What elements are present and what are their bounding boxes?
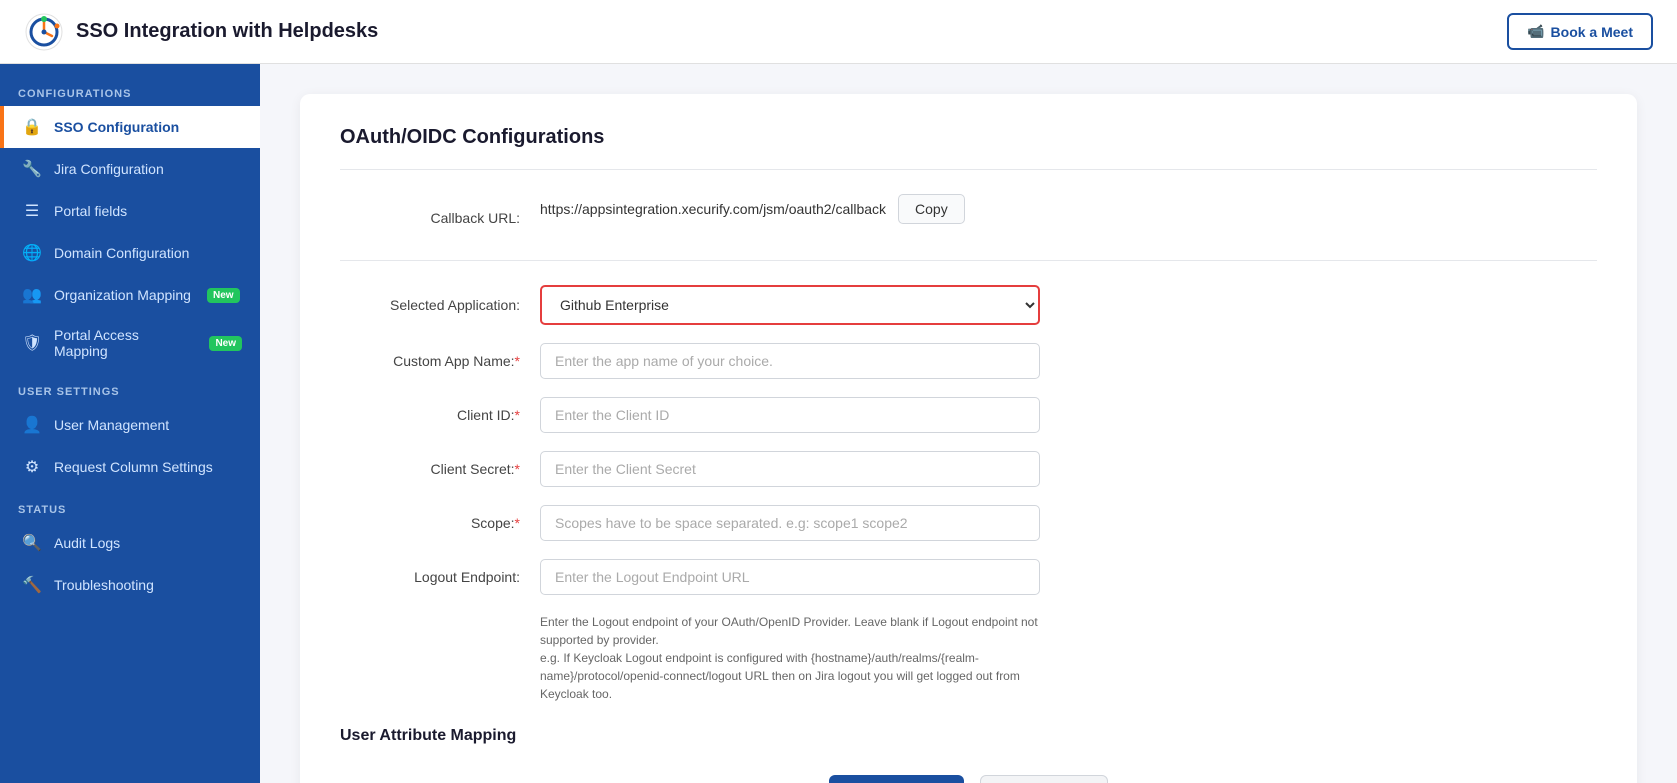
client-secret-row: Client Secret:* (340, 451, 1597, 487)
video-icon: 📹 (1527, 23, 1544, 40)
callback-url-value: https://appsintegration.xecurify.com/jsm… (540, 201, 886, 217)
card-title: OAuth/OIDC Configurations (340, 126, 1597, 149)
status-section-label: STATUS (0, 488, 260, 522)
sidebar-item-user-mgmt[interactable]: 👤 User Management (0, 404, 260, 446)
scope-label: Scope:* (340, 515, 540, 531)
configurations-section-label: CONFIGURATIONS (0, 72, 260, 106)
copy-button[interactable]: Copy (898, 194, 965, 224)
book-meet-button[interactable]: 📹 Book a Meet (1507, 13, 1653, 50)
sidebar-item-label: SSO Configuration (54, 119, 179, 135)
client-secret-input[interactable] (540, 451, 1040, 487)
required-star-4: * (515, 515, 520, 531)
form-scroll-area: Callback URL: https://appsintegration.xe… (340, 194, 1597, 783)
new-badge-org: New (207, 288, 240, 303)
callback-url-label: Callback URL: (340, 210, 540, 226)
content-card: OAuth/OIDC Configurations Callback URL: … (300, 94, 1637, 783)
wrench-icon: 🔧 (22, 159, 42, 179)
settings-icon: ⚙ (22, 457, 42, 477)
selected-app-select[interactable]: Github Enterprise Okta Azure AD Google K… (540, 285, 1040, 325)
save-button[interactable]: Save (829, 775, 964, 783)
client-id-label: Client ID:* (340, 407, 540, 423)
sidebar-item-label: Troubleshooting (54, 577, 154, 593)
sidebar-item-label: User Management (54, 417, 169, 433)
client-secret-label: Client Secret:* (340, 461, 540, 477)
action-bar: Save Cancel (340, 775, 1597, 783)
sidebar-item-label: Organization Mapping (54, 287, 191, 303)
divider (340, 169, 1597, 170)
callback-url-row: Callback URL: https://appsintegration.xe… (340, 194, 1597, 242)
callback-url-content: https://appsintegration.xecurify.com/jsm… (540, 194, 965, 224)
required-star-2: * (515, 407, 520, 423)
user-attr-heading: User Attribute Mapping (340, 727, 1597, 745)
sidebar-item-domain-config[interactable]: 🌐 Domain Configuration (0, 232, 260, 274)
book-meet-label: Book a Meet (1551, 24, 1633, 40)
client-id-row: Client ID:* (340, 397, 1597, 433)
sidebar-item-label: Portal Access Mapping (54, 327, 193, 359)
shield-icon: 🛡 (22, 333, 42, 353)
main-content: OAuth/OIDC Configurations Callback URL: … (260, 64, 1677, 783)
app-logo-icon (24, 12, 64, 52)
scope-row: Scope:* (340, 505, 1597, 541)
cancel-button[interactable]: Cancel (980, 775, 1109, 783)
new-badge-portal: New (209, 336, 242, 351)
layout: CONFIGURATIONS 🔒 SSO Configuration 🔧 Jir… (0, 64, 1677, 783)
lock-icon: 🔒 (22, 117, 42, 137)
custom-app-label: Custom App Name:* (340, 353, 540, 369)
logout-endpoint-input[interactable] (540, 559, 1040, 595)
selected-app-row: Selected Application: Github Enterprise … (340, 285, 1597, 325)
client-id-input[interactable] (540, 397, 1040, 433)
sidebar-item-label: Request Column Settings (54, 459, 213, 475)
logout-endpoint-label: Logout Endpoint: (340, 569, 540, 585)
globe-icon: 🌐 (22, 243, 42, 263)
sidebar-item-label: Jira Configuration (54, 161, 164, 177)
sidebar-item-label: Domain Configuration (54, 245, 189, 261)
sidebar-item-portal-access[interactable]: 🛡 Portal Access Mapping New (0, 316, 260, 370)
selected-app-label: Selected Application: (340, 297, 540, 313)
required-star: * (515, 353, 520, 369)
header-left: SSO Integration with Helpdesks (24, 12, 378, 52)
custom-app-input[interactable] (540, 343, 1040, 379)
sidebar-item-troubleshoot[interactable]: 🔨 Troubleshooting (0, 564, 260, 606)
header: SSO Integration with Helpdesks 📹 Book a … (0, 0, 1677, 64)
divider-2 (340, 260, 1597, 261)
search-icon: 🔍 (22, 533, 42, 553)
sidebar: CONFIGURATIONS 🔒 SSO Configuration 🔧 Jir… (0, 64, 260, 783)
sidebar-item-portal-fields[interactable]: ☰ Portal fields (0, 190, 260, 232)
list-icon: ☰ (22, 201, 42, 221)
scope-input[interactable] (540, 505, 1040, 541)
logout-endpoint-row: Logout Endpoint: (340, 559, 1597, 595)
sidebar-item-org-mapping[interactable]: 👥 Organization Mapping New (0, 274, 260, 316)
app-title: SSO Integration with Helpdesks (76, 20, 378, 43)
sidebar-item-jira-config[interactable]: 🔧 Jira Configuration (0, 148, 260, 190)
sidebar-item-label: Audit Logs (54, 535, 120, 551)
custom-app-row: Custom App Name:* (340, 343, 1597, 379)
user-settings-section-label: USER SETTINGS (0, 370, 260, 404)
logout-help-text: Enter the Logout endpoint of your OAuth/… (540, 613, 1040, 703)
required-star-3: * (515, 461, 520, 477)
sidebar-item-sso-config[interactable]: 🔒 SSO Configuration (0, 106, 260, 148)
logout-endpoint-section: Logout Endpoint: Enter the Logout endpoi… (340, 559, 1597, 703)
user-icon: 👤 (22, 415, 42, 435)
hammer-icon: 🔨 (22, 575, 42, 595)
sidebar-item-req-col[interactable]: ⚙ Request Column Settings (0, 446, 260, 488)
users-icon: 👥 (22, 285, 42, 305)
sidebar-item-audit-logs[interactable]: 🔍 Audit Logs (0, 522, 260, 564)
sidebar-item-label: Portal fields (54, 203, 127, 219)
